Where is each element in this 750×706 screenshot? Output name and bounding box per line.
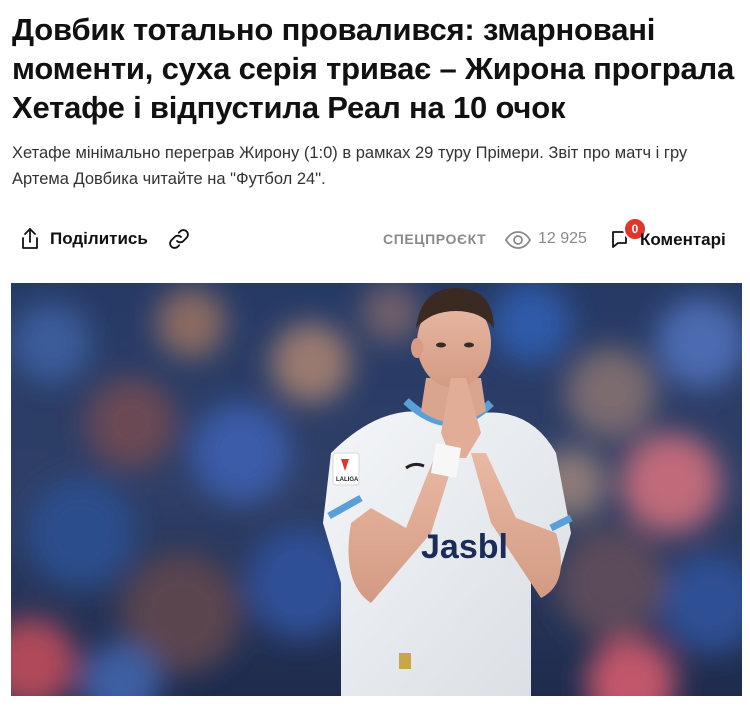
share-button[interactable]: Поділитись (50, 229, 148, 249)
article-toolbar: Поділитись СПЕЦПРОЄКТ 12 925 0 Коментарі (0, 217, 750, 258)
link-icon[interactable] (167, 227, 191, 251)
jersey-sponsor: Jasbl (421, 528, 508, 566)
special-project-label[interactable]: СПЕЦПРОЄКТ (383, 231, 486, 247)
article-lead: Хетафе мінімально переграв Жирону (1:0) … (12, 144, 688, 188)
article-title: Довбик тотально провалився: змарновані м… (12, 12, 735, 125)
comments-button[interactable]: Коментарі (640, 230, 726, 250)
article-photo: Jasbl LALIGA (11, 283, 742, 696)
player-photo: Jasbl LALIGA (11, 283, 742, 696)
share-icon[interactable] (18, 226, 42, 252)
views-count: 12 925 (538, 230, 587, 247)
article-page: Довбик тотально провалився: змарновані м… (0, 0, 750, 706)
laliga-badge: LALIGA (336, 477, 359, 483)
eye-icon (504, 231, 532, 249)
